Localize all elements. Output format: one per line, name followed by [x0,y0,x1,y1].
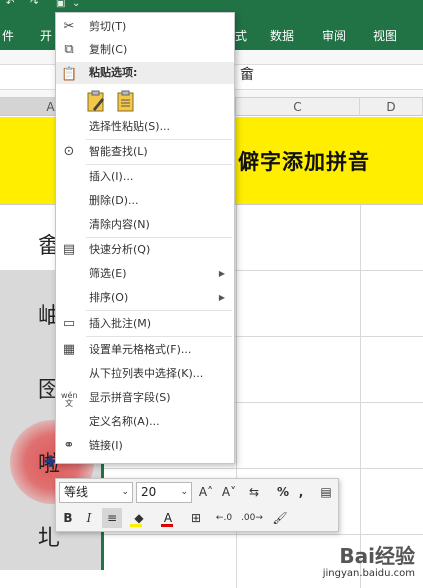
redo-icon[interactable]: ↷ [30,0,38,9]
menu-item-paste-special[interactable]: 选择性粘贴(S)... [56,115,234,139]
formula-content: 畲 [240,67,254,83]
banner-title: 僻字添加拼音 [238,150,370,174]
phonetic-icon: wén文 [61,391,78,408]
link-icon: ⚭ [63,438,75,453]
undo-icon[interactable]: ↶ [6,0,14,9]
paste-clipboard-icon[interactable] [86,89,106,113]
menu-item-link[interactable]: ⚭ 链接(I) [56,434,234,458]
menu-item-filter[interactable]: 筛选(E) ▶ [56,262,234,286]
tab-review[interactable]: 审阅 [322,27,346,44]
menu-separator [86,310,232,311]
context-menu: ✂ 剪切(T) ⧉ 复制(C) 📋 粘贴选项: 选择性粘贴(S)... ⊙ 智能… [55,12,235,464]
menu-item-delete[interactable]: 删除(D)... [56,189,234,213]
column-header-d[interactable]: D [360,98,423,116]
comma-style-button[interactable]: , [294,482,308,502]
decrease-decimal-icon[interactable]: .00→ [240,508,264,528]
watermark-logo: Bai经验 [339,544,415,568]
quick-analysis-icon: ▤ [62,242,76,257]
grid-line [102,534,423,535]
submenu-arrow-icon: ▶ [218,269,225,278]
increase-decimal-icon[interactable]: ←.0 [212,508,236,528]
chevron-down-icon: ⌄ [121,487,129,497]
comment-icon: ▭ [62,316,76,331]
copy-icon: ⧉ [64,42,74,57]
menu-item-sort[interactable]: 排序(O) ▶ [56,286,234,310]
format-cells-icon: ▦ [62,342,76,357]
qat-dropdown-icon[interactable]: ⌄ [72,0,80,9]
paste-options-header: 📋 粘贴选项: [56,62,234,84]
paste-icon: 📋 [61,67,78,82]
menu-separator [86,336,232,337]
align-center-icon[interactable]: ≡ [102,508,122,528]
excel-window: ↶ ↷ ▣ ⌄ 件 开 式 数据 审阅 视图 畲 A C D 僻字添加拼音 畬 … [0,0,423,588]
tab-formulas[interactable]: 式 [235,27,247,44]
bold-button[interactable]: B [59,508,77,528]
grid-line [102,468,423,469]
menu-item-insert[interactable]: 插入(I)... [56,165,234,189]
quick-access-toolbar: ↶ ↷ ▣ ⌄ [0,0,423,12]
tab-data[interactable]: 数据 [270,27,294,44]
decrease-font-icon[interactable]: A˅ [219,482,239,502]
menu-item-cut[interactable]: ✂ 剪切(T) [56,15,234,39]
menu-item-pick-from-list[interactable]: 从下拉列表中选择(K)... [56,362,234,386]
watermark-url: jingyan.baidu.com [322,568,415,579]
grid-line [360,205,361,588]
borders-icon[interactable]: ⊞ [186,508,206,528]
increase-font-icon[interactable]: A˄ [196,482,216,502]
percent-style-button[interactable]: % [274,482,292,502]
scissors-icon: ✂ [63,19,75,34]
menu-item-smart-lookup[interactable]: ⊙ 智能查找(L) [56,140,234,164]
menu-item-format-cells[interactable]: ▦ 设置单元格格式(F)... [56,338,234,362]
format-painter-icon[interactable]: 🖌 [270,508,290,528]
mini-toolbar: 等线 ⌄ 20 ⌄ A˄ A˅ ⇆ % , ▤ B I ≡ ◆ A ⊞ ←.0 … [55,478,339,532]
chevron-down-icon: ⌄ [180,487,188,497]
menu-item-define-name[interactable]: 定义名称(A)... [56,410,234,434]
menu-item-quick-analysis[interactable]: ▤ 快速分析(Q) [56,238,234,262]
font-name-dropdown[interactable]: 等线 ⌄ [59,482,133,503]
italic-button[interactable]: I [80,508,98,528]
menu-item-copy[interactable]: ⧉ 复制(C) [56,38,234,62]
tab-view[interactable]: 视图 [373,27,397,44]
save-icon[interactable]: ▣ [56,0,65,9]
font-color-icon[interactable]: A [156,508,180,528]
tab-home[interactable]: 开 [40,27,52,44]
column-header-c[interactable]: C [236,98,360,116]
menu-item-insert-comment[interactable]: ▭ 插入批注(M) [56,312,234,336]
font-size-dropdown[interactable]: 20 ⌄ [136,482,192,503]
fill-color-icon[interactable]: ◆ [126,508,152,528]
table-format-icon[interactable]: ▤ [316,482,336,502]
number-format-icon[interactable]: ⇆ [242,482,266,502]
search-icon: ⊙ [63,144,75,159]
menu-item-clear-contents[interactable]: 清除内容(N) [56,213,234,237]
tab-file[interactable]: 件 [2,27,14,44]
submenu-arrow-icon: ▶ [218,293,225,302]
paste-values-icon[interactable] [116,89,136,113]
menu-item-show-phonetic[interactable]: wén文 显示拼音字段(S) [56,386,234,410]
